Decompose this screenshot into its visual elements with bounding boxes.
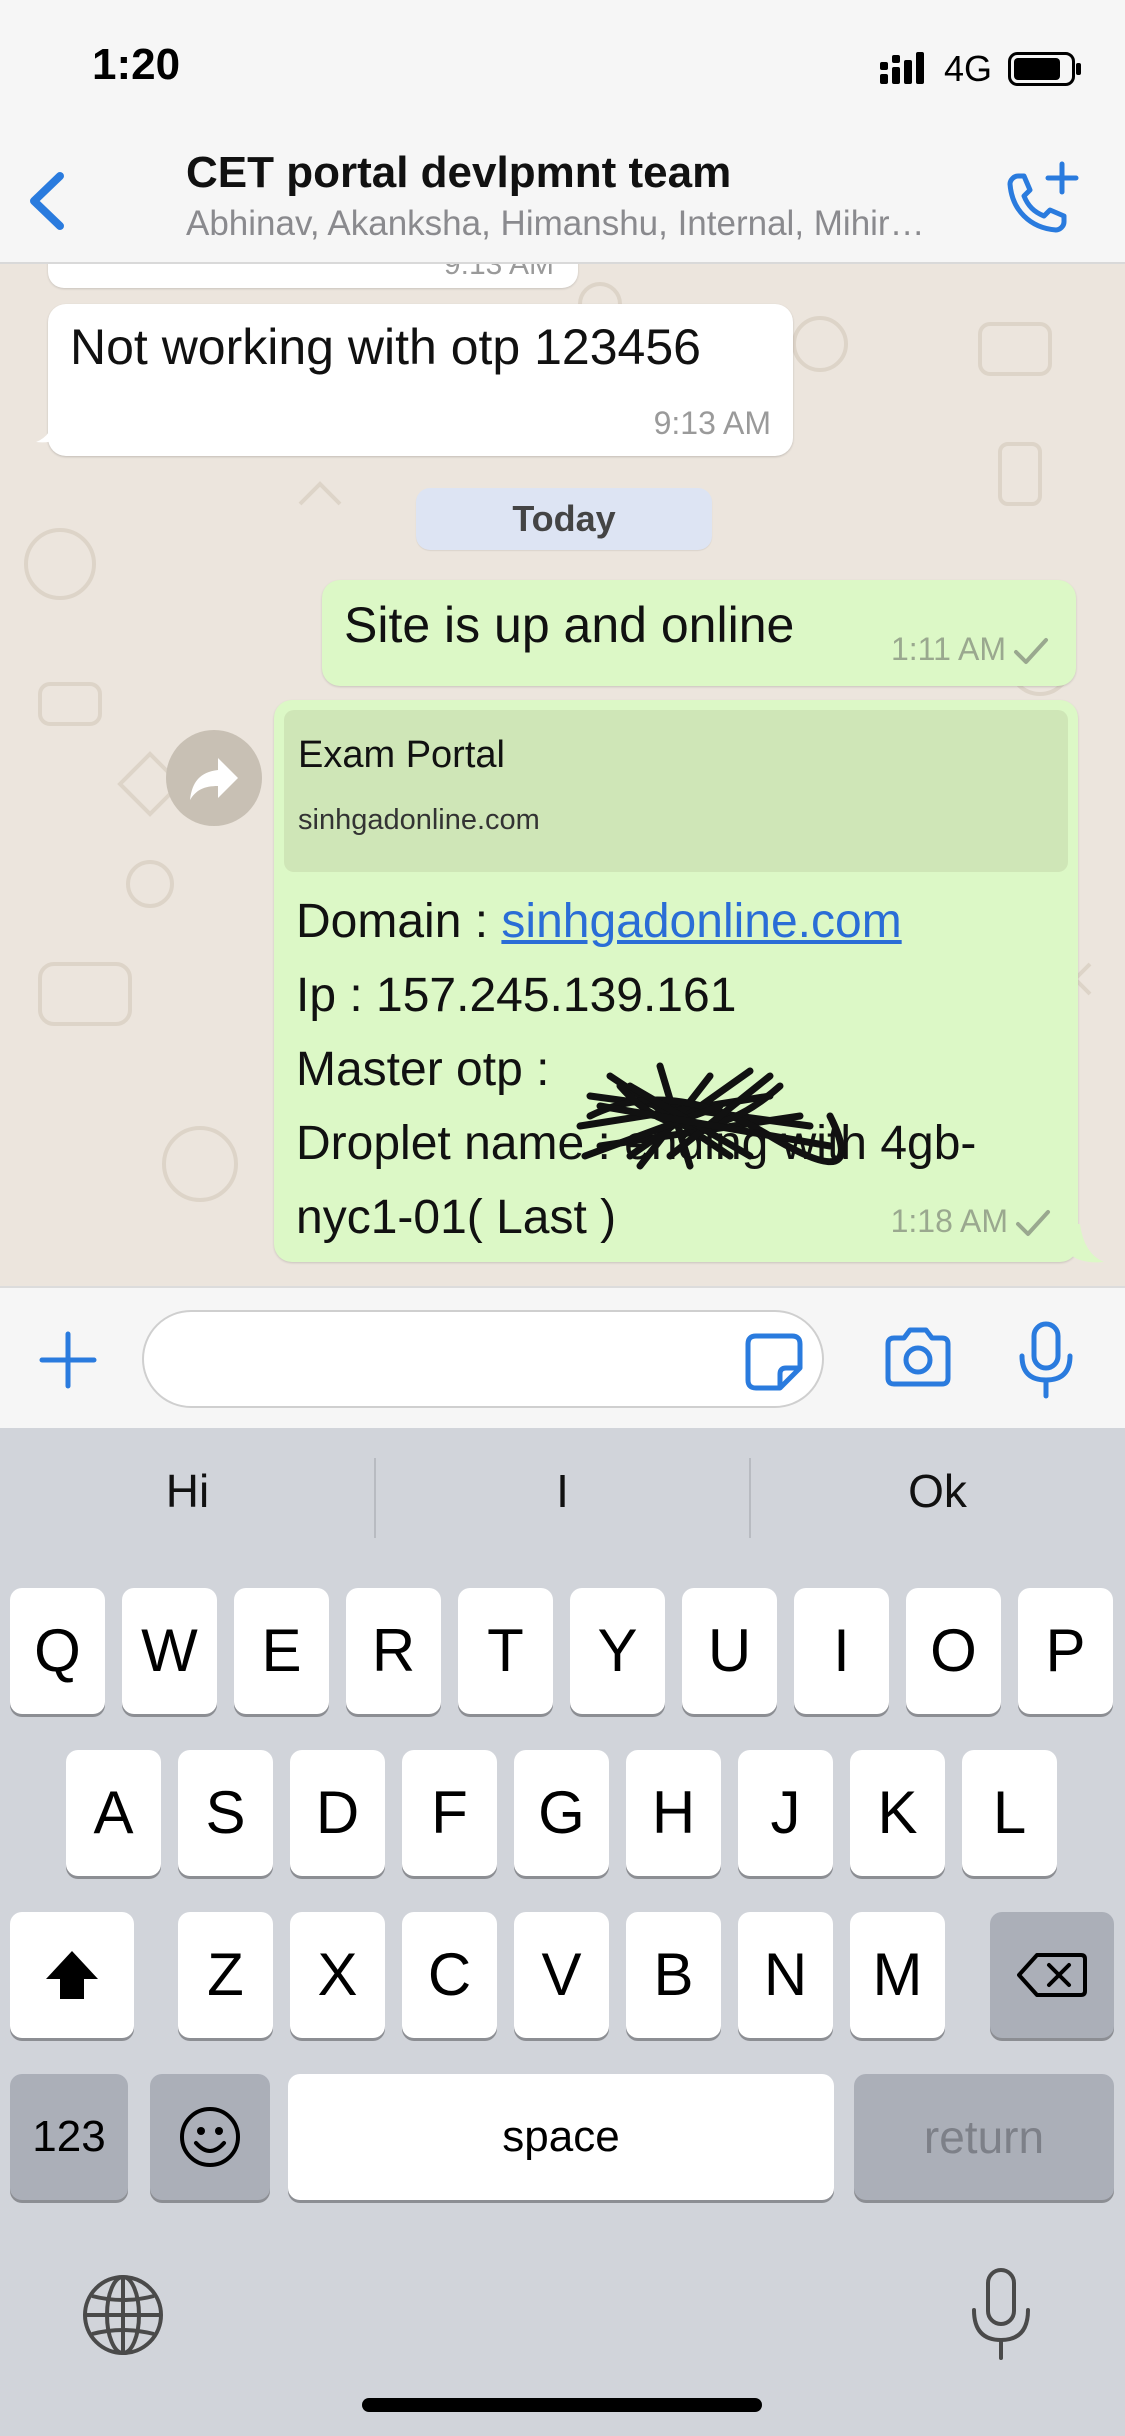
redaction-scribble (576, 1062, 845, 1170)
key-k[interactable]: K (850, 1750, 945, 1876)
bubble-tail (36, 414, 66, 443)
forward-arrow-icon (190, 758, 238, 800)
return-key[interactable]: return (854, 2074, 1114, 2200)
network-type: 4G (944, 48, 993, 89)
key-o[interactable]: O (906, 1588, 1001, 1714)
domain-line: Domain : sinhgadonline.com (296, 894, 902, 949)
numbers-key[interactable]: 123 (10, 2074, 128, 2200)
camera-icon[interactable] (882, 1326, 954, 1390)
backspace-key[interactable] (990, 1912, 1114, 2038)
key-w[interactable]: W (122, 1588, 217, 1714)
backspace-icon (1017, 1953, 1087, 1997)
chat-header: CET portal devlpmnt team Abhinav, Akanks… (0, 140, 1125, 264)
single-check-icon (1016, 1210, 1050, 1236)
home-indicator[interactable] (362, 2398, 762, 2412)
forward-button[interactable] (166, 730, 262, 826)
key-z[interactable]: Z (178, 1912, 273, 2038)
suggestion-3[interactable]: Ok (750, 1464, 1125, 1518)
keyboard: Hi I Ok Q W E R T Y U I O P A S D F G H … (0, 1428, 1125, 2436)
message-time: 1:11 AM (890, 631, 1006, 667)
sticker-icon[interactable] (744, 1332, 804, 1392)
key-f[interactable]: F (402, 1750, 497, 1876)
ip-line: Ip : 157.245.139.161 (296, 969, 737, 1022)
key-x[interactable]: X (290, 1912, 385, 2038)
bubble-tail (1070, 1224, 1104, 1263)
signal-strength-icon (880, 52, 924, 84)
chat-title[interactable]: CET portal devlpmnt team (186, 148, 731, 198)
message-time: 1:18 AM (890, 1203, 1008, 1239)
message-text: Not working with otp 123456 (70, 319, 701, 375)
single-check-icon (1014, 638, 1048, 664)
message-time: 9:13 AM (653, 405, 771, 441)
message-input-bar (0, 1286, 1125, 1428)
domain-link[interactable]: sinhgadonline.com (501, 895, 901, 948)
domain-label: Domain : (296, 895, 502, 948)
otp-line: Master otp : (296, 1043, 550, 1096)
key-c[interactable]: C (402, 1912, 497, 2038)
outgoing-message-bubble[interactable]: Exam Portal sinhgadonline.com Domain : s… (274, 700, 1078, 1262)
key-n[interactable]: N (738, 1912, 833, 2038)
key-l[interactable]: L (962, 1750, 1057, 1876)
message-time: 9:13 AM (443, 264, 554, 281)
suggestion-1[interactable]: Hi (0, 1464, 375, 1518)
shift-arrow-icon (46, 1951, 98, 1999)
suggestion-bar: Hi I Ok (0, 1428, 1125, 1578)
chevron-left-icon[interactable] (18, 166, 78, 236)
link-preview-title: Exam Portal (298, 734, 505, 776)
date-separator: Today (416, 488, 712, 550)
outgoing-message-bubble[interactable]: Site is up and online 1:11 AM (322, 580, 1076, 686)
key-h[interactable]: H (626, 1750, 721, 1876)
previous-message-bubble[interactable]: 9:13 AM (48, 264, 578, 288)
suggestion-2[interactable]: I (375, 1464, 750, 1518)
link-preview-domain: sinhgadonline.com (298, 804, 540, 836)
key-u[interactable]: U (682, 1588, 777, 1714)
message-text: Site is up and online (344, 597, 795, 653)
phone-plus-icon[interactable] (992, 158, 1082, 248)
globe-icon[interactable] (78, 2270, 168, 2360)
message-input[interactable] (142, 1310, 824, 1408)
key-v[interactable]: V (514, 1912, 609, 2038)
key-m[interactable]: M (850, 1912, 945, 2038)
key-g[interactable]: G (514, 1750, 609, 1876)
key-r[interactable]: R (346, 1588, 441, 1714)
dictation-microphone-icon[interactable] (966, 2266, 1036, 2362)
plus-icon[interactable] (36, 1328, 100, 1392)
key-d[interactable]: D (290, 1750, 385, 1876)
emoji-icon (180, 2107, 240, 2167)
key-j[interactable]: J (738, 1750, 833, 1876)
chat-area[interactable]: 9:13 AM Not working with otp 123456 9:13… (0, 264, 1125, 1286)
droplet-line-continued: nyc1-01( Last ) (296, 1191, 617, 1244)
chat-participants[interactable]: Abhinav, Akanksha, Himanshu, Internal, M… (186, 204, 986, 244)
status-time: 1:20 (92, 40, 181, 89)
key-q[interactable]: Q (10, 1588, 105, 1714)
key-i[interactable]: I (794, 1588, 889, 1714)
microphone-icon[interactable] (1016, 1320, 1076, 1400)
key-a[interactable]: A (66, 1750, 161, 1876)
key-y[interactable]: Y (570, 1588, 665, 1714)
space-key[interactable]: space (288, 2074, 834, 2200)
key-p[interactable]: P (1018, 1588, 1113, 1714)
key-e[interactable]: E (234, 1588, 329, 1714)
key-t[interactable]: T (458, 1588, 553, 1714)
key-s[interactable]: S (178, 1750, 273, 1876)
emoji-key[interactable] (150, 2074, 270, 2200)
status-bar: 1:20 4G (0, 0, 1125, 140)
incoming-message-bubble[interactable]: Not working with otp 123456 9:13 AM (48, 304, 793, 456)
link-preview[interactable]: Exam Portal sinhgadonline.com (284, 710, 1068, 872)
key-b[interactable]: B (626, 1912, 721, 2038)
battery-icon (1008, 52, 1081, 86)
shift-key[interactable] (10, 1912, 134, 2038)
